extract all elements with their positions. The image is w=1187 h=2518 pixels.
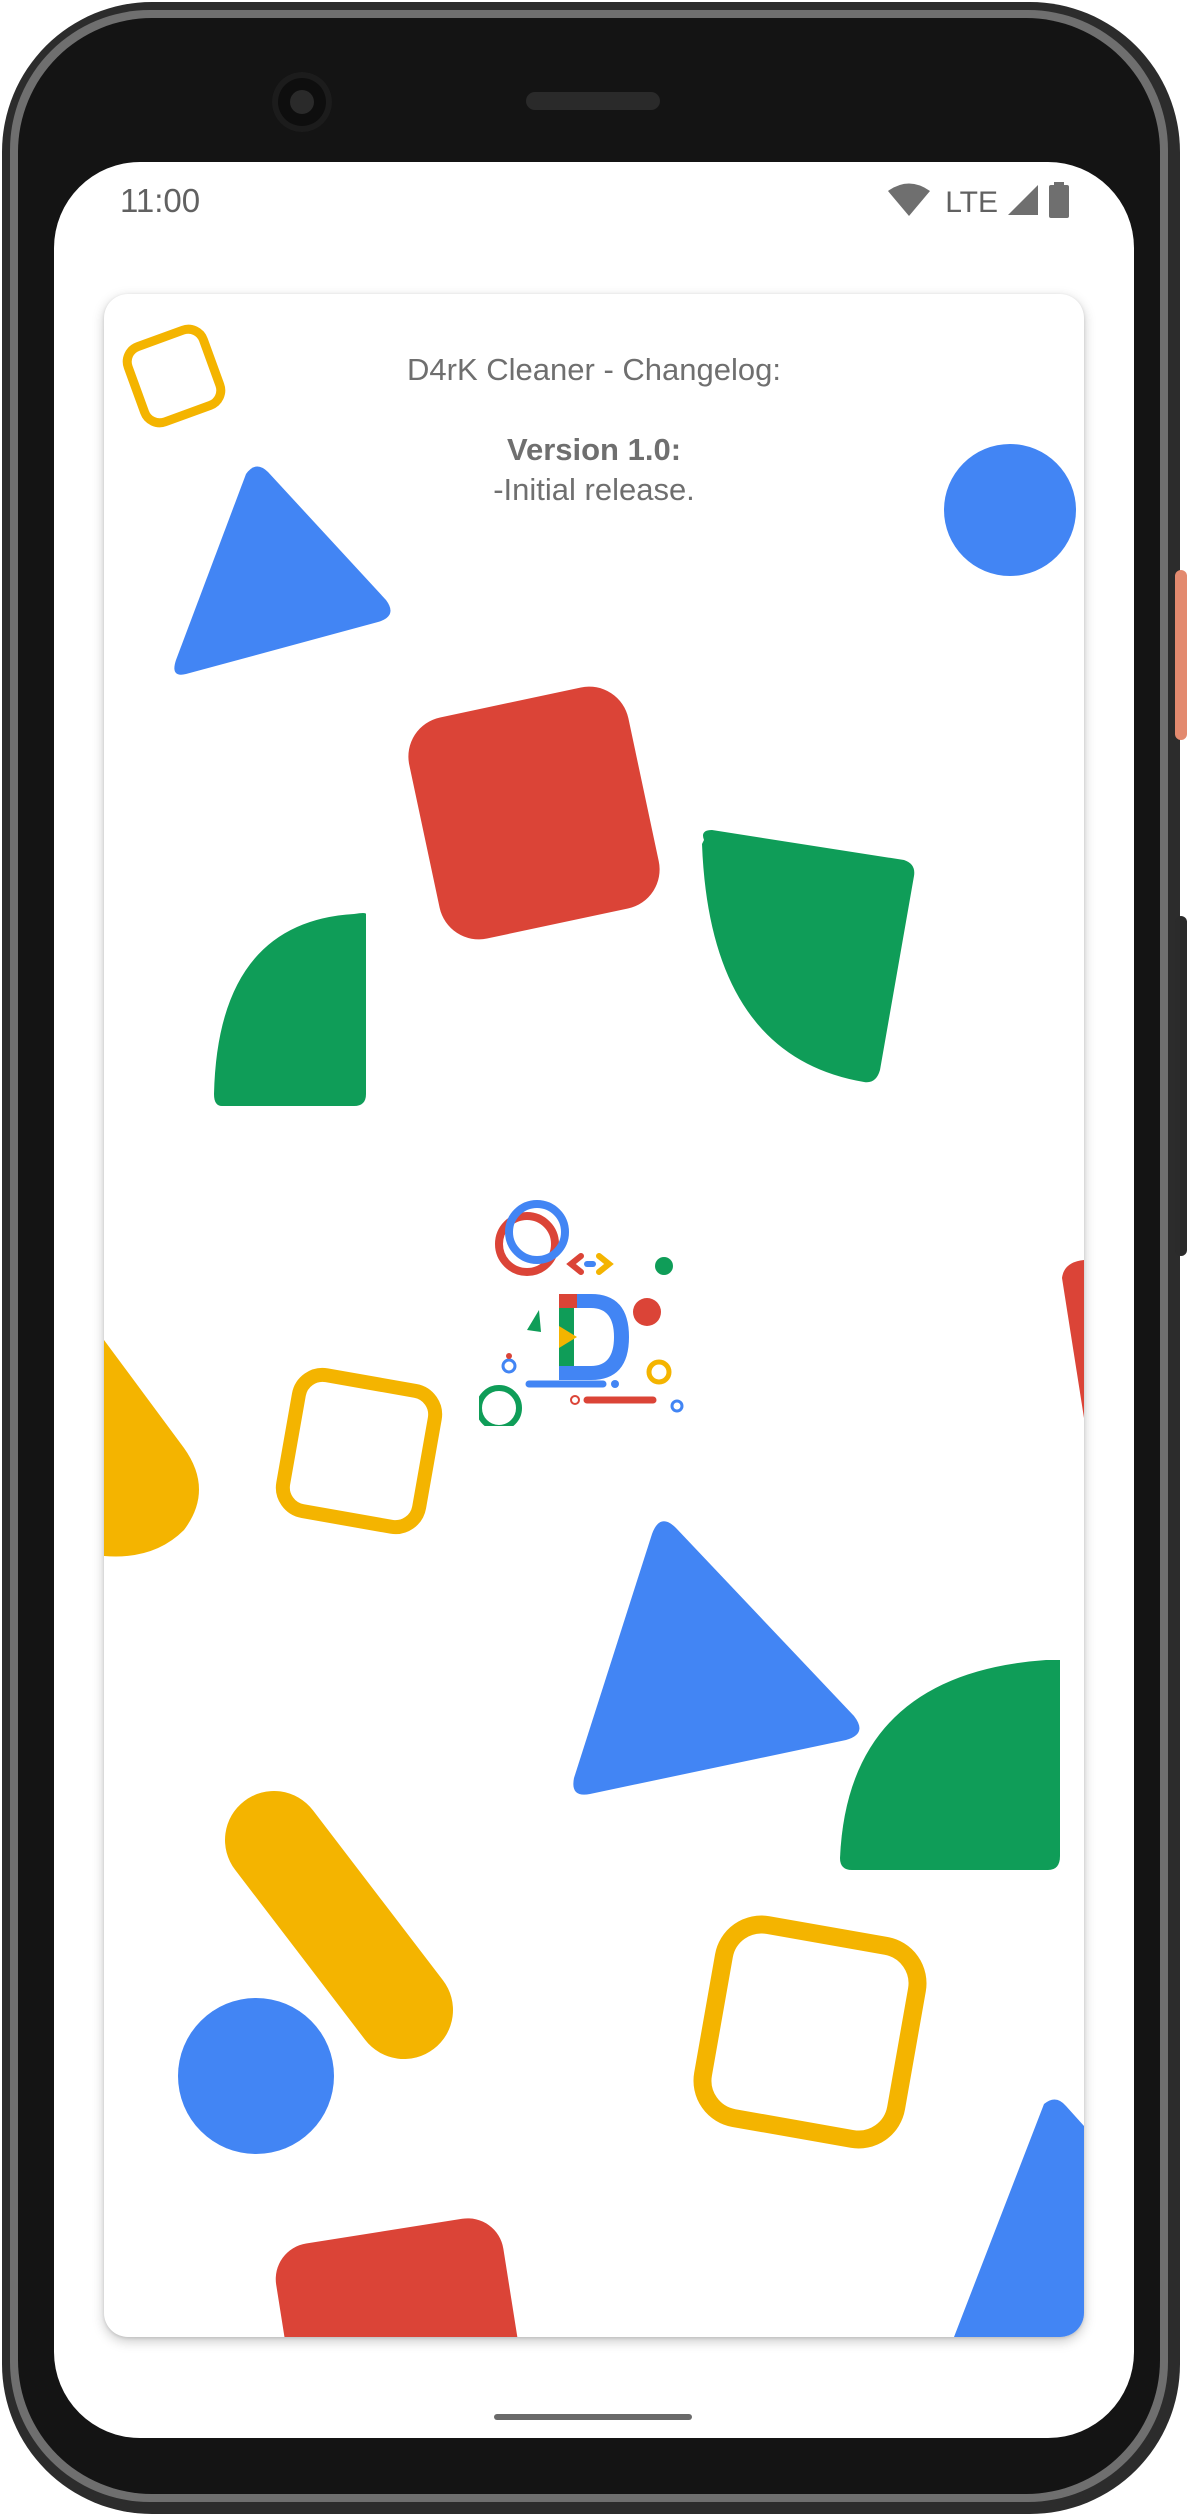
device-frame: 11:00 LTE D4rK Cleaner - Changelog: Vers…	[0, 0, 1187, 2518]
blue-triangle-middle	[573, 1521, 860, 1795]
screen: 11:00 LTE D4rK Cleaner - Changelog: Vers…	[54, 162, 1134, 2438]
blue-triangle-bottom-right	[954, 2099, 1084, 2337]
volume-button	[1175, 916, 1187, 1256]
front-camera	[272, 72, 332, 132]
cell-signal-icon	[1006, 183, 1040, 222]
yellow-outline-square-middle	[275, 1367, 443, 1535]
changelog-text: D4rK Cleaner - Changelog: Version 1.0: -…	[104, 350, 1084, 510]
status-time: 11:00	[120, 182, 201, 219]
earpiece-speaker	[526, 92, 660, 110]
release-note: -Initial release.	[493, 472, 695, 507]
green-quarter-circle-bottom-right	[840, 1660, 1060, 1870]
blue-circle-bottom-left	[178, 1998, 334, 2154]
yellow-outline-square-bottom	[693, 1915, 927, 2149]
wifi-icon	[887, 182, 931, 223]
battery-icon	[1048, 182, 1070, 223]
app-logo: D	[479, 1200, 684, 1426]
home-indicator[interactable]	[494, 2414, 692, 2420]
status-bar: 11:00 LTE	[54, 162, 1134, 272]
changelog-dialog: D4rK Cleaner - Changelog: Version 1.0: -…	[104, 294, 1084, 2337]
power-button	[1175, 570, 1187, 740]
green-quarter-circle-left	[214, 913, 366, 1106]
yellow-pill	[225, 1791, 453, 2059]
yellow-shape-left-edge	[104, 1340, 199, 1557]
network-type: LTE	[945, 185, 998, 219]
green-quarter-circle-right	[702, 830, 915, 1083]
changelog-title: D4rK Cleaner - Changelog:	[407, 352, 781, 387]
status-icons: LTE	[887, 182, 1070, 223]
version-label: Version 1.0:	[506, 432, 682, 467]
red-rounded-square	[408, 686, 660, 940]
red-rounded-square-bottom	[275, 2218, 523, 2337]
red-shape-right-edge	[1062, 1260, 1084, 1418]
